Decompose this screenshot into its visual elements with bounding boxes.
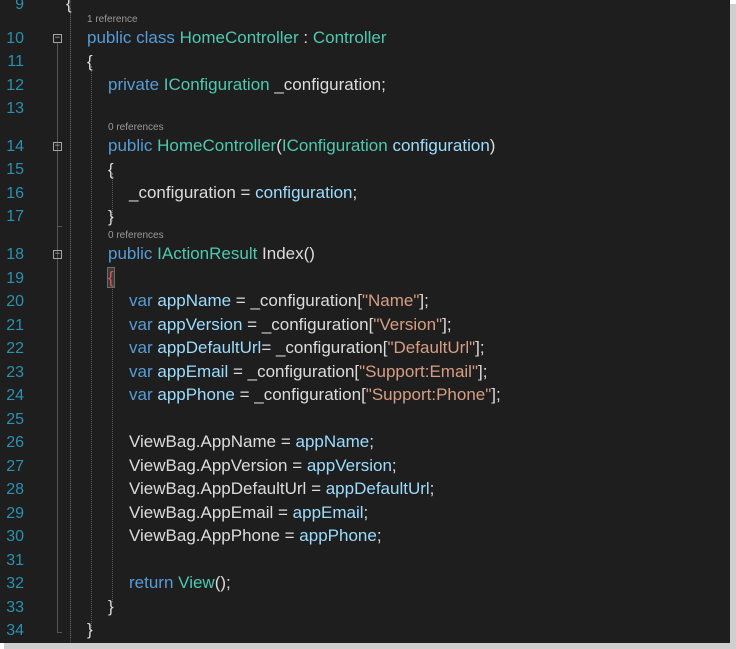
code-line-15[interactable]: { bbox=[108, 160, 114, 180]
code-line-26[interactable]: ViewBag.AppName = appName; bbox=[129, 432, 374, 452]
fold-toggle-index[interactable]: − bbox=[53, 250, 62, 259]
collapse-minus-icon: − bbox=[54, 249, 61, 259]
code-line-9[interactable]: { bbox=[66, 0, 72, 14]
line-number: 27 bbox=[6, 458, 24, 475]
line-number: 16 bbox=[6, 185, 24, 202]
line-number: 15 bbox=[6, 161, 24, 178]
line-number: 26 bbox=[6, 434, 24, 451]
code-line-32[interactable]: return View(); bbox=[129, 573, 231, 593]
line-number: 33 bbox=[6, 599, 24, 616]
line-number: 32 bbox=[6, 575, 24, 592]
code-line-20[interactable]: var appName = _configuration["Name"]; bbox=[129, 291, 429, 311]
code-line-11[interactable]: { bbox=[87, 52, 93, 72]
collapse-minus-icon: − bbox=[54, 141, 61, 151]
line-number: 11 bbox=[7, 53, 24, 70]
code-line-16[interactable]: _configuration = configuration; bbox=[129, 183, 357, 203]
codelens-constructor-references[interactable]: 0 references bbox=[108, 122, 164, 134]
code-line-19[interactable]: { bbox=[107, 267, 115, 288]
code-line-30[interactable]: ViewBag.AppPhone = appPhone; bbox=[129, 526, 382, 546]
line-number: 14 bbox=[6, 138, 24, 155]
code-editor[interactable]: − − − 9 10 11 12 13 14 15 16 17 18 19 20… bbox=[0, 0, 730, 643]
codelens-index-references[interactable]: 0 references bbox=[108, 230, 164, 242]
code-line-21[interactable]: var appVersion = _configuration["Version… bbox=[129, 315, 452, 335]
code-line-14[interactable]: public HomeController(IConfiguration con… bbox=[108, 136, 495, 156]
code-line-22[interactable]: var appDefaultUrl= _configuration["Defau… bbox=[129, 338, 485, 358]
line-number: 21 bbox=[6, 317, 24, 334]
line-number: 34 bbox=[6, 622, 24, 639]
collapse-minus-icon: − bbox=[54, 33, 61, 43]
line-number: 20 bbox=[6, 293, 24, 310]
indent-guide bbox=[112, 282, 113, 602]
code-line-27[interactable]: ViewBag.AppVersion = appVersion; bbox=[129, 456, 397, 476]
indent-guide bbox=[70, 8, 71, 638]
indent-guide bbox=[91, 66, 92, 632]
line-number: 10 bbox=[6, 30, 24, 47]
line-number: 31 bbox=[6, 552, 24, 569]
code-line-23[interactable]: var appEmail = _configuration["Support:E… bbox=[129, 362, 487, 382]
code-line-29[interactable]: ViewBag.AppEmail = appEmail; bbox=[129, 503, 368, 523]
code-line-18[interactable]: public IActionResult Index() bbox=[108, 244, 315, 264]
code-line-24[interactable]: var appPhone = _configuration["Support:P… bbox=[129, 385, 501, 405]
line-number: 29 bbox=[6, 505, 24, 522]
line-number: 17 bbox=[6, 208, 24, 225]
code-line-33[interactable]: } bbox=[108, 597, 114, 617]
line-number: 23 bbox=[6, 364, 24, 381]
code-line-34[interactable]: } bbox=[87, 620, 93, 640]
line-number: 28 bbox=[6, 481, 24, 498]
matched-brace-highlight: { bbox=[107, 267, 115, 288]
line-number: 12 bbox=[6, 77, 24, 94]
codelens-class-references[interactable]: 1 reference bbox=[87, 14, 138, 26]
line-number: 9 bbox=[15, 0, 24, 13]
line-number: 22 bbox=[6, 340, 24, 357]
line-number: 24 bbox=[6, 387, 24, 404]
fold-end-tick bbox=[57, 226, 62, 227]
fold-outline-class bbox=[57, 43, 58, 633]
line-number: 13 bbox=[6, 100, 24, 117]
screenshot-shadow-bottom bbox=[4, 643, 736, 649]
line-number: 30 bbox=[6, 528, 24, 545]
code-line-12[interactable]: private IConfiguration _configuration; bbox=[108, 75, 386, 95]
screenshot-shadow-right bbox=[730, 4, 736, 649]
fold-toggle-constructor[interactable]: − bbox=[53, 142, 62, 151]
line-number: 18 bbox=[6, 246, 24, 263]
code-line-17[interactable]: } bbox=[108, 207, 114, 227]
fold-toggle-class[interactable]: − bbox=[53, 34, 62, 43]
code-line-10[interactable]: public class HomeController : Controller bbox=[87, 28, 387, 48]
line-number: 25 bbox=[6, 411, 24, 428]
line-number: 19 bbox=[6, 270, 24, 287]
fold-end-tick bbox=[57, 632, 62, 633]
code-line-28[interactable]: ViewBag.AppDefaultUrl = appDefaultUrl; bbox=[129, 479, 434, 499]
